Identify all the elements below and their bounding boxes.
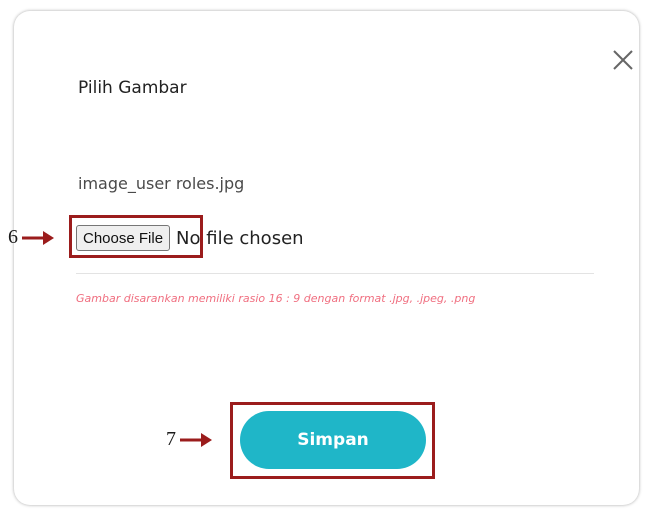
- step-number: 6: [8, 226, 18, 248]
- format-hint: Gambar disarankan memiliki rasio 16 : 9 …: [76, 292, 476, 305]
- step-number: 7: [166, 428, 176, 450]
- step-marker-7: 7: [166, 428, 213, 451]
- arrow-right-icon: [180, 432, 212, 447]
- dialog-title: Pilih Gambar: [78, 78, 187, 98]
- highlight-choose-file: [69, 215, 203, 258]
- close-icon: [613, 50, 633, 70]
- arrow-right-icon: [22, 230, 54, 245]
- close-button[interactable]: [610, 47, 640, 77]
- step-marker-6: 6: [8, 226, 55, 249]
- current-file-name: image_user roles.jpg: [78, 174, 245, 193]
- divider: [76, 273, 594, 274]
- screenshot-stage: Pilih Gambar image_user roles.jpg Choose…: [0, 0, 647, 509]
- highlight-save: [230, 402, 435, 479]
